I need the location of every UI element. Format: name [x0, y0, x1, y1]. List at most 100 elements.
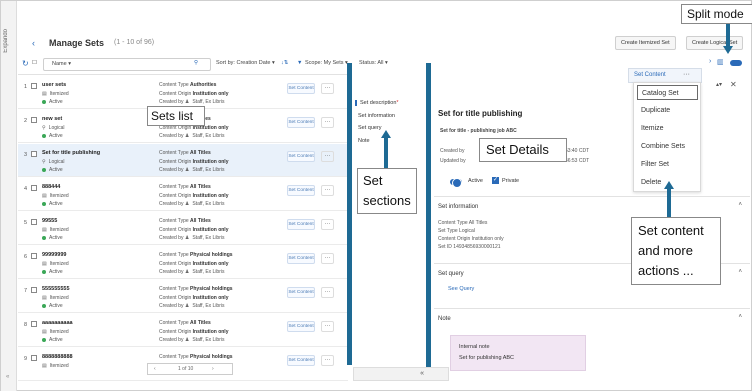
scope-select[interactable]: Scope: My Sets ▾	[305, 60, 348, 66]
more-actions-button[interactable]: ···	[321, 219, 334, 230]
table-row[interactable]: 7 555555555 ▤ Itemized Active Content Type Ph…	[18, 280, 348, 313]
set-name[interactable]: 555555555	[42, 286, 70, 292]
section-set-description[interactable]: Set description*	[355, 100, 399, 106]
content-origin: Content Origin Institution only	[159, 295, 229, 301]
rail-label[interactable]: Expando	[3, 29, 9, 53]
table-row[interactable]: 3 Set for title publishing ⚲ Logical Active C…	[18, 144, 348, 177]
chevron-right-icon[interactable]: ›	[709, 58, 711, 65]
section-set-query[interactable]: Set query	[358, 125, 382, 131]
more-actions-button[interactable]: ···	[321, 151, 334, 162]
set-content-button[interactable]: Set Content	[287, 321, 315, 332]
set-content-button[interactable]: Set Content	[287, 253, 315, 264]
table-row[interactable]: 5 99555 ▤ Itemized Active Content Type All Ti…	[18, 212, 348, 245]
chevron-up-icon[interactable]: ▴▾	[716, 81, 722, 88]
set-content-button[interactable]: Set Content	[287, 185, 315, 196]
set-content-button[interactable]: Set Content	[287, 287, 315, 298]
menu-item-duplicate[interactable]: Duplicate	[637, 103, 698, 118]
set-name[interactable]: new set	[42, 116, 62, 122]
set-name[interactable]: Set for title publishing	[42, 150, 100, 156]
set-content-button[interactable]: Set Content	[287, 117, 315, 128]
row-checkbox[interactable]	[31, 321, 37, 327]
row-checkbox[interactable]	[31, 117, 37, 123]
back-arrow-icon[interactable]: ‹	[32, 38, 35, 48]
split-divider-left[interactable]	[347, 63, 352, 365]
more-actions-button[interactable]: ···	[321, 117, 334, 128]
menu-item-catalog-set[interactable]: Catalog Set	[637, 85, 698, 100]
chevron-up-icon[interactable]: ˄	[738, 314, 742, 320]
set-name[interactable]: 99555	[42, 218, 57, 224]
set-name[interactable]: user sets	[42, 82, 66, 88]
more-actions-button[interactable]: ···	[321, 253, 334, 264]
more-actions-button[interactable]: ···	[321, 355, 334, 366]
user-icon: ♟	[184, 337, 190, 343]
annotation-set-sections: Set sections	[357, 168, 417, 214]
menu-item-itemize[interactable]: Itemize	[637, 121, 698, 136]
table-row[interactable]: 8 aaaaaaaaaa ▤ Itemized Active Content Type A…	[18, 314, 348, 347]
more-actions-button[interactable]: ···	[321, 83, 334, 94]
row-checkbox[interactable]	[31, 151, 37, 157]
created-by-label: Created by	[440, 148, 465, 154]
row-checkbox[interactable]	[31, 287, 37, 293]
create-logical-set-button[interactable]: Create Logical Set	[686, 36, 744, 50]
set-name[interactable]: 888444	[42, 184, 60, 190]
table-row[interactable]: 6 99999999 ▤ Itemized Active Content Type Phy…	[18, 246, 348, 279]
table-row[interactable]: 1 user sets ▤ Itemized Active Content Type Au…	[18, 76, 348, 109]
more-actions-button[interactable]: ···	[321, 321, 334, 332]
active-toggle[interactable]	[450, 178, 462, 188]
set-content-label[interactable]: Set Content	[634, 72, 666, 78]
more-actions-icon[interactable]: ···	[683, 71, 690, 78]
section-note[interactable]: Note	[358, 138, 370, 144]
sort-direction-icon[interactable]: ↓⇅	[281, 60, 288, 66]
set-kind-icon: ⚲	[42, 125, 46, 131]
row-checkbox[interactable]	[31, 83, 37, 89]
set-content-button[interactable]: Set Content	[287, 151, 315, 162]
menu-item-combine-sets[interactable]: Combine Sets	[637, 139, 698, 154]
section-set-information[interactable]: Set information	[358, 113, 395, 119]
set-content-button[interactable]: Set Content	[287, 355, 315, 366]
split-divider-right[interactable]	[426, 63, 431, 367]
status-select[interactable]: Status: All ▾	[359, 60, 388, 66]
row-number: 6	[24, 254, 28, 260]
private-checkbox[interactable]: ✓	[492, 177, 499, 184]
row-checkbox[interactable]	[31, 253, 37, 259]
chevron-up-icon[interactable]: ˄	[738, 202, 742, 208]
set-name[interactable]: 99999999	[42, 252, 66, 258]
filter-icon[interactable]: ▼	[297, 60, 302, 66]
select-all-checkbox[interactable]: ☐	[32, 60, 37, 66]
set-content-dropdown[interactable]: Set Content ···	[628, 68, 702, 83]
content-type: Content Type All Titles	[159, 184, 211, 190]
name-search-field[interactable]: Name ▾ ⚲	[43, 58, 211, 71]
set-kind-icon: ▤	[42, 295, 47, 301]
set-name[interactable]: 8888888888	[42, 354, 73, 360]
more-actions-button[interactable]: ···	[321, 185, 334, 196]
chevron-up-icon[interactable]: ˄	[738, 269, 742, 275]
internal-note[interactable]: Internal note Set for publishing ABC	[450, 335, 586, 371]
set-name[interactable]: aaaaaaaaaa	[42, 320, 73, 326]
set-content-button[interactable]: Set Content	[287, 83, 315, 94]
set-kind-icon: ⚲	[42, 159, 46, 165]
sort-by-select[interactable]: Sort by: Creation Date ▾	[216, 60, 275, 66]
refresh-icon[interactable]: ↻	[22, 59, 29, 68]
name-filter-select[interactable]: Name ▾	[52, 61, 71, 67]
prev-page-icon[interactable]: ‹	[154, 364, 156, 374]
split-view-icon[interactable]: ▥	[717, 58, 724, 66]
create-itemized-set-button[interactable]: Create Itemized Set	[615, 36, 676, 50]
menu-item-filter-set[interactable]: Filter Set	[637, 157, 698, 172]
table-row[interactable]: 4 888444 ▤ Itemized Active Content Type All T…	[18, 178, 348, 211]
set-kind: ⚲ Logical	[42, 125, 65, 131]
search-icon[interactable]: ⚲	[194, 60, 198, 66]
rail-expand-icon[interactable]: «	[6, 374, 9, 380]
set-content-button[interactable]: Set Content	[287, 219, 315, 230]
row-checkbox[interactable]	[31, 185, 37, 191]
split-mode-toggle[interactable]	[730, 60, 742, 66]
created-by: Created by ♟ Staff, Ex Libris	[159, 99, 225, 105]
close-icon[interactable]: ✕	[730, 80, 737, 89]
collapse-panel-button[interactable]: «	[353, 367, 449, 381]
content-type: Content Type All Titles	[159, 320, 211, 326]
row-checkbox[interactable]	[31, 219, 37, 225]
more-actions-button[interactable]: ···	[321, 287, 334, 298]
row-number: 5	[24, 220, 28, 226]
row-checkbox[interactable]	[31, 355, 37, 361]
next-page-icon[interactable]: ›	[212, 364, 214, 374]
see-query-link[interactable]: See Query	[448, 286, 474, 292]
